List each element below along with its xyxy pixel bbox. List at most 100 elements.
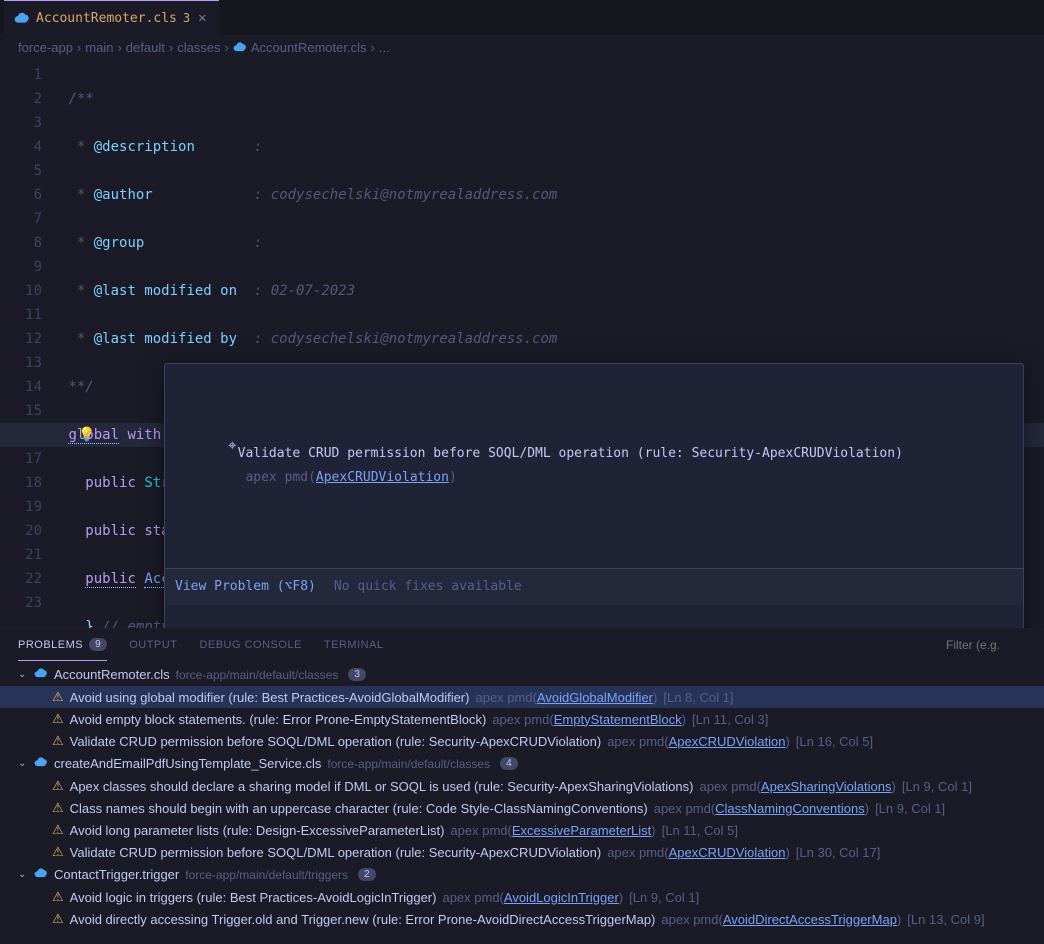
problem-item[interactable]: ⚠Validate CRUD permission before SOQL/DM…	[0, 730, 1044, 752]
problems-count-badge: 9	[89, 638, 107, 651]
warning-icon: ⚠	[52, 689, 64, 705]
tab-output[interactable]: OUTPUT	[129, 629, 177, 661]
tab-name: AccountRemoter.cls	[36, 11, 177, 26]
file-path: force-app/main/default/classes	[176, 668, 339, 682]
editor-tab-bar: AccountRemoter.cls 3 ✕	[0, 0, 1044, 35]
problem-position: [Ln 30, Col 17]	[796, 845, 881, 860]
bottom-panel: PROBLEMS 9 OUTPUT DEBUG CONSOLE TERMINAL…	[0, 628, 1044, 944]
problem-file-header[interactable]: ⌄ ContactTrigger.trigger force-app/main/de…	[0, 863, 1044, 886]
rule-link[interactable]: ApexCRUDViolation	[669, 845, 786, 860]
warning-icon: ⚠	[52, 800, 64, 816]
problem-source: apex pmd(EmptyStatementBlock)	[492, 712, 686, 727]
problem-file-header[interactable]: ⌄ AccountRemoter.cls force-app/main/defaul…	[0, 663, 1044, 686]
problem-source: apex pmd(AvoidDirectAccessTriggerMap)	[661, 912, 901, 927]
problem-source: apex pmd(ApexCRUDViolation)	[607, 734, 790, 749]
problem-message: Avoid logic in triggers (rule: Best Prac…	[70, 890, 437, 905]
rule-link[interactable]: EmptyStatementBlock	[554, 712, 682, 727]
problem-position: [Ln 11, Col 3]	[692, 712, 768, 727]
tab-problems[interactable]: PROBLEMS 9	[18, 629, 107, 661]
problem-item[interactable]: ⚠ Avoid logic in triggers (rule: Best Pra…	[0, 886, 1044, 908]
problem-source: apex pmd(AvoidLogicInTrigger)	[442, 890, 623, 905]
problem-file-header[interactable]: ⌄ createAndEmailPdfUsingTemplate_Service.…	[0, 752, 1044, 775]
problems-filter-input[interactable]	[946, 638, 1026, 652]
problem-position: [Ln 9, Col 1]	[629, 890, 699, 905]
file-problem-count: 2	[358, 868, 376, 881]
problem-message: Avoid directly accessing Trigger.old and…	[70, 912, 656, 927]
panel-tab-bar: PROBLEMS 9 OUTPUT DEBUG CONSOLE TERMINAL	[0, 629, 1044, 661]
problem-position: [Ln 11, Col 5]	[662, 823, 738, 838]
editor-tab[interactable]: AccountRemoter.cls 3 ✕	[4, 0, 219, 35]
breadcrumb-item[interactable]: force-app	[18, 40, 73, 55]
problem-item[interactable]: ⚠ Avoid empty block statements. (rule: Er…	[0, 708, 1044, 730]
breadcrumb-item[interactable]: default	[126, 40, 165, 55]
problem-message: Apex classes should declare a sharing mo…	[70, 779, 694, 794]
diagnostic-link[interactable]: ApexCRUDViolation	[316, 470, 449, 485]
rule-link[interactable]: ExcessiveParameterList	[512, 823, 651, 838]
file-name: ContactTrigger.trigger	[54, 867, 179, 882]
problem-message: Validate CRUD permission before SOQL/DML…	[70, 845, 602, 860]
salesforce-icon	[34, 666, 48, 683]
salesforce-icon	[14, 10, 30, 26]
breadcrumb-item[interactable]: classes	[177, 40, 220, 55]
problem-item[interactable]: ⚠ Class names should begin with an upperc…	[0, 797, 1044, 819]
problem-position: [Ln 9, Col 1]	[875, 801, 945, 816]
tab-dirty-badge: 3	[183, 11, 190, 25]
file-problem-count: 4	[500, 757, 518, 770]
file-name: AccountRemoter.cls	[54, 667, 170, 682]
file-name: createAndEmailPdfUsingTemplate_Service.c…	[54, 756, 321, 771]
problem-message: Avoid using global modifier (rule: Best …	[70, 690, 470, 705]
warning-icon: ⚠	[52, 778, 64, 794]
rule-link[interactable]: AvoidLogicInTrigger	[504, 890, 619, 905]
chevron-down-icon: ⌄	[18, 669, 28, 680]
salesforce-icon	[34, 866, 48, 883]
problem-item[interactable]: ⚠ Avoid directly accessing Trigger.old an…	[0, 908, 1044, 930]
warning-icon: ⚠	[52, 733, 64, 749]
problem-source: apex pmd(ApexCRUDViolation)	[607, 845, 790, 860]
file-path: force-app/main/default/triggers	[185, 868, 348, 882]
tab-debug-console[interactable]: DEBUG CONSOLE	[199, 629, 301, 661]
problem-source: apex pmd(ClassNamingConventions)	[654, 801, 869, 816]
problem-source: apex pmd(ExcessiveParameterList)	[450, 823, 655, 838]
diagnostic-hover-popup: Validate CRUD permission before SOQL/DML…	[164, 363, 1024, 628]
rule-link[interactable]: ClassNamingConventions	[715, 801, 865, 816]
problem-item[interactable]: ⚠ Apex classes should declare a sharing m…	[0, 775, 1044, 797]
breadcrumb-item[interactable]: AccountRemoter.cls	[251, 40, 367, 55]
breadcrumb-item[interactable]: main	[85, 40, 113, 55]
chevron-down-icon: ⌄	[18, 758, 28, 769]
salesforce-icon	[233, 40, 247, 54]
file-path: force-app/main/default/classes	[327, 757, 490, 771]
problem-item[interactable]: ⚠ Avoid long parameter lists (rule: Desig…	[0, 819, 1044, 841]
breadcrumb-item[interactable]: ...	[379, 40, 390, 55]
close-icon[interactable]: ✕	[196, 10, 208, 26]
problem-position: [Ln 13, Col 9]	[907, 912, 984, 927]
warning-icon: ⚠	[52, 711, 64, 727]
warning-icon: ⚠	[52, 844, 64, 860]
rule-link[interactable]: AvoidDirectAccessTriggerMap	[723, 912, 897, 927]
problem-source: apex pmd(ApexSharingViolations)	[699, 779, 895, 794]
breadcrumb: force-app› main› default› classes› Accou…	[0, 35, 1044, 59]
problem-position: [Ln 9, Col 1]	[902, 779, 972, 794]
tab-terminal[interactable]: TERMINAL	[324, 629, 384, 661]
no-quick-fix-label: No quick fixes available	[334, 575, 522, 599]
rule-link[interactable]: ApexCRUDViolation	[669, 734, 786, 749]
rule-link[interactable]: AvoidGlobalModifier	[537, 690, 653, 705]
problems-list[interactable]: ⌄ AccountRemoter.cls force-app/main/defaul…	[0, 661, 1044, 944]
file-problem-count: 3	[348, 668, 366, 681]
diagnostic-message: Validate CRUD permission before SOQL/DML…	[238, 446, 903, 461]
problem-message: Avoid empty block statements. (rule: Err…	[70, 712, 487, 727]
problem-message: Avoid long parameter lists (rule: Design…	[70, 823, 445, 838]
warning-icon: ⚠	[52, 911, 64, 927]
problem-item[interactable]: ⚠ Validate CRUD permission before SOQL/DM…	[0, 841, 1044, 863]
warning-icon: ⚠	[52, 889, 64, 905]
code-content[interactable]: /** * @description : * @author : codysec…	[60, 59, 1044, 628]
problem-source: apex pmd(AvoidGlobalModifier)	[475, 690, 657, 705]
warning-icon: ⚠	[52, 822, 64, 838]
view-problem-link[interactable]: View Problem (⌥F8)	[175, 575, 316, 599]
problem-message: Class names should begin with an upperca…	[70, 801, 648, 816]
salesforce-icon	[34, 755, 48, 772]
problem-position: [Ln 8, Col 1]	[663, 690, 733, 705]
chevron-down-icon: ⌄	[18, 869, 28, 880]
editor-area[interactable]: 1234567891011121314151617181920212223 💡 …	[0, 59, 1044, 628]
problem-item[interactable]: ⚠ Avoid using global modifier (rule: Best…	[0, 686, 1044, 708]
rule-link[interactable]: ApexSharingViolations	[761, 779, 892, 794]
